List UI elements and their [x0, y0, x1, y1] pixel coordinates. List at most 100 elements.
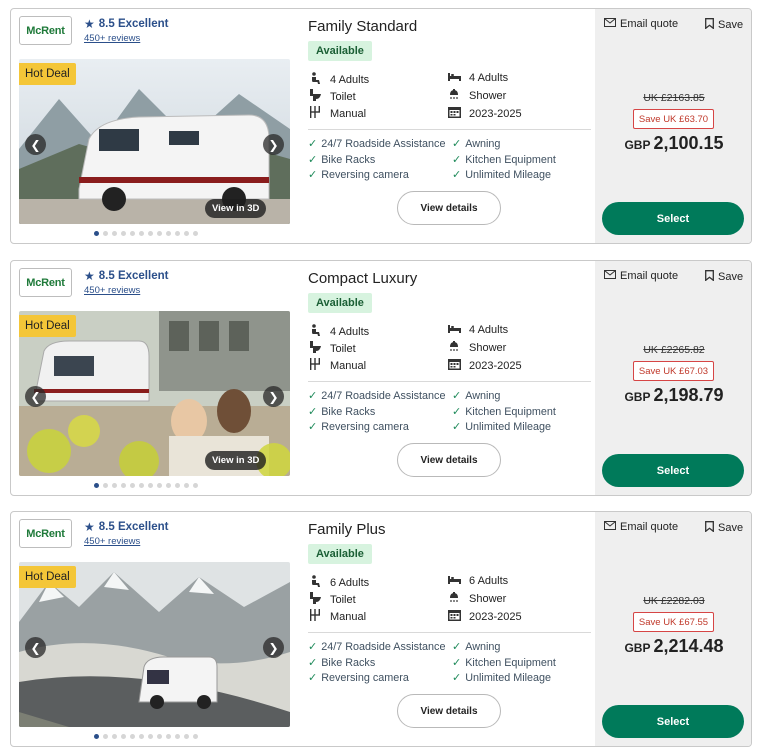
select-button[interactable]: Select [602, 454, 744, 487]
current-price: GBP 2,214.48 [595, 636, 751, 657]
reviews-link[interactable]: 450+ reviews [84, 285, 140, 296]
carousel-dot[interactable] [184, 734, 189, 739]
select-button[interactable]: Select [602, 705, 744, 738]
carousel-dot[interactable] [130, 734, 135, 739]
carousel-dot[interactable] [112, 483, 117, 488]
feature-label: Kitchen Equipment [465, 656, 556, 669]
email-quote-label: Email quote [620, 18, 679, 30]
brand-logo: McRent [19, 16, 72, 45]
reviews-link[interactable]: 450+ reviews [84, 536, 140, 547]
carousel-next-button[interactable]: ❯ [263, 386, 284, 407]
view-details-button[interactable]: View details [397, 694, 501, 728]
save-button[interactable]: Save [705, 521, 743, 535]
spec-beds: 4 Adults [447, 72, 508, 84]
carousel-dot[interactable] [184, 483, 189, 488]
carousel-next-button[interactable]: ❯ [263, 134, 284, 155]
carousel-prev-button[interactable]: ❮ [25, 134, 46, 155]
save-label: Save [718, 522, 744, 534]
spec-beds: 6 Adults [447, 575, 508, 587]
feature-label: Reversing camera [321, 420, 409, 433]
carousel-dot[interactable] [139, 231, 144, 236]
save-button[interactable]: Save [705, 18, 743, 32]
feature-item: ✓ Reversing camera [308, 420, 409, 434]
carousel-dot[interactable] [121, 483, 126, 488]
chevron-right-icon: ❯ [268, 640, 279, 655]
view-details-button[interactable]: View details [397, 443, 501, 477]
carousel-dot[interactable] [121, 231, 126, 236]
email-quote-button[interactable]: Email quote [604, 18, 678, 30]
toilet-icon [308, 592, 322, 607]
carousel-dot[interactable] [94, 231, 99, 236]
spec-toilet: Toilet [308, 341, 356, 356]
spec-seats-label: 4 Adults [330, 325, 370, 338]
carousel-prev-button[interactable]: ❮ [25, 386, 46, 407]
carousel-dot[interactable] [166, 483, 171, 488]
envelope-icon [604, 521, 616, 533]
carousel-dot[interactable] [157, 483, 162, 488]
carousel-dot[interactable] [175, 231, 180, 236]
email-quote-button[interactable]: Email quote [604, 521, 678, 533]
gearbox-icon [308, 358, 322, 373]
feature-label: Unlimited Mileage [465, 168, 552, 181]
feature-item: ✓ Awning [452, 640, 500, 654]
feature-label: Bike Racks [321, 656, 376, 669]
price-amount: 2,214.48 [653, 636, 724, 656]
feature-item: ✓ Bike Racks [308, 656, 376, 670]
feature-label: Unlimited Mileage [465, 420, 552, 433]
carousel-dot[interactable] [112, 231, 117, 236]
star-icon: ★ [84, 520, 95, 534]
carousel-dot[interactable] [94, 483, 99, 488]
carousel-prev-button[interactable]: ❮ [25, 637, 46, 658]
feature-item: ✓ Kitchen Equipment [452, 153, 556, 167]
calendar-icon [447, 106, 461, 121]
hot-deal-badge: Hot Deal [19, 63, 76, 85]
feature-label: Kitchen Equipment [465, 405, 556, 418]
carousel-dot[interactable] [139, 734, 144, 739]
carousel-dot[interactable] [193, 483, 198, 488]
carousel-dot[interactable] [148, 734, 153, 739]
carousel-dot[interactable] [157, 734, 162, 739]
spec-toilet-label: Toilet [330, 593, 356, 606]
carousel-dot[interactable] [130, 483, 135, 488]
checkmark-icon: ✓ [308, 672, 318, 684]
brand-logo-text: McRent [26, 24, 65, 37]
carousel-dot[interactable] [175, 734, 180, 739]
carousel-dot[interactable] [193, 231, 198, 236]
carousel-dot[interactable] [148, 483, 153, 488]
carousel-dot[interactable] [103, 734, 108, 739]
rating-label: 8.5 Excellent [98, 270, 169, 282]
select-button[interactable]: Select [602, 202, 744, 235]
carousel-dot[interactable] [139, 483, 144, 488]
carousel-dot[interactable] [148, 231, 153, 236]
view-3d-button[interactable]: View in 3D [205, 199, 267, 218]
feature-item: ✓ Kitchen Equipment [452, 405, 556, 419]
reviews-link[interactable]: 450+ reviews [84, 33, 140, 44]
bookmark-icon [705, 18, 714, 32]
listing-card: McRent ★ 8.5 Excellent 450+ reviews Hot … [10, 260, 752, 496]
email-quote-button[interactable]: Email quote [604, 270, 678, 282]
carousel-dot[interactable] [175, 483, 180, 488]
carousel-dot[interactable] [103, 231, 108, 236]
spec-transmission-label: Manual [330, 610, 367, 623]
carousel-dot[interactable] [184, 231, 189, 236]
spec-seats-label: 4 Adults [330, 73, 370, 86]
carousel-dot[interactable] [166, 734, 171, 739]
carousel-dot[interactable] [112, 734, 117, 739]
carousel-dot[interactable] [193, 734, 198, 739]
carousel-dot[interactable] [121, 734, 126, 739]
spec-shower-label: Shower [469, 342, 507, 354]
save-button[interactable]: Save [705, 270, 743, 284]
view-details-button[interactable]: View details [397, 191, 501, 225]
carousel-next-button[interactable]: ❯ [263, 637, 284, 658]
carousel-dot[interactable] [166, 231, 171, 236]
seat-icon [308, 72, 322, 87]
carousel-dot[interactable] [103, 483, 108, 488]
bed-icon [447, 324, 461, 336]
view-3d-button[interactable]: View in 3D [205, 451, 267, 470]
envelope-icon [604, 18, 616, 30]
checkmark-icon: ✓ [452, 672, 462, 684]
checkmark-icon: ✓ [308, 406, 318, 418]
carousel-dot[interactable] [94, 734, 99, 739]
carousel-dot[interactable] [130, 231, 135, 236]
carousel-dot[interactable] [157, 231, 162, 236]
